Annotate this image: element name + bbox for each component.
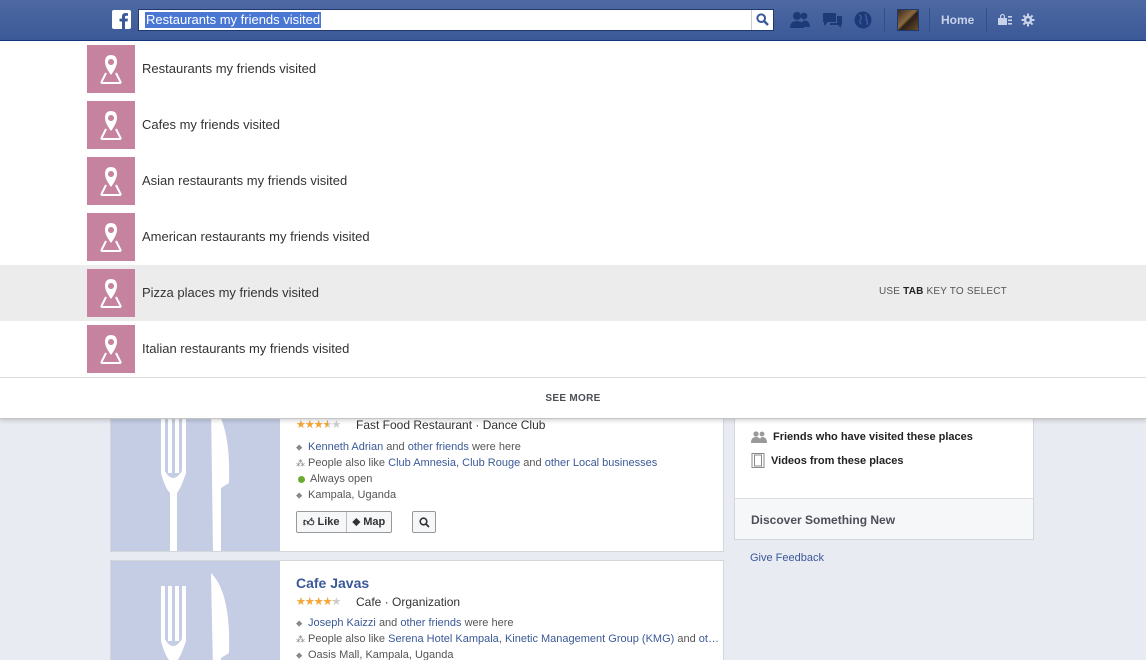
like-button[interactable]: 👍︎ Like xyxy=(297,512,346,532)
place-pin-icon xyxy=(87,213,135,261)
result-categories: Fast Food Restaurant · Dance Club xyxy=(356,418,546,432)
location-line: ⬥ Kampala, Uganda xyxy=(296,489,397,501)
place-pin-icon xyxy=(87,325,135,373)
also-like-link[interactable]: Club Amnesia xyxy=(388,457,456,469)
messages-icon[interactable] xyxy=(821,10,843,30)
friends-visited-line: ⬥ Joseph Kaizzi and other friends were h… xyxy=(296,617,514,629)
other-friends-link[interactable]: other friends xyxy=(408,441,469,453)
place-pin-icon xyxy=(87,157,135,205)
friends-visited-line: ⬥ Kenneth Adrian and other friends were … xyxy=(296,441,521,453)
map-pin-icon: ⬥ xyxy=(352,515,361,528)
network-icon: ⁂ xyxy=(296,457,305,468)
suggestion-item[interactable]: Restaurants my friends visited xyxy=(0,41,1146,97)
search-input[interactable]: Restaurants my friends visited xyxy=(145,12,322,28)
search-button[interactable] xyxy=(751,10,773,30)
friend-link[interactable]: Joseph Kaizzi xyxy=(308,617,376,629)
suggestion-label: Asian restaurants my friends visited xyxy=(142,173,348,188)
also-like-link[interactable]: other Local businesses xyxy=(545,457,658,469)
pin-icon: ⬥ xyxy=(296,649,303,660)
other-friends-link[interactable]: other friends xyxy=(400,617,461,629)
nav-divider xyxy=(884,8,885,32)
top-navigation-bar: Restaurants my friends visited Home xyxy=(0,0,1146,41)
tab-key-hint: USE TAB KEY TO SELECT xyxy=(879,286,1007,297)
settings-gear-icon[interactable] xyxy=(1018,10,1038,30)
profile-avatar[interactable] xyxy=(897,9,919,31)
also-like-link[interactable]: ot… xyxy=(699,633,719,645)
location-line: ⬥ Oasis Mall, Kampala, Uganda xyxy=(296,649,454,660)
search-place-button[interactable] xyxy=(412,511,437,533)
result-card-2: Cafe Javas ★★★★★ ★★★★★ Cafe · Organizati… xyxy=(110,560,724,660)
suggestion-item[interactable]: Italian restaurants my friends visited xyxy=(0,321,1146,377)
hours-line: Always open xyxy=(296,471,657,487)
suggestion-item-selected[interactable]: Pizza places my friends visited USE TAB … xyxy=(0,265,1146,321)
result-image-placeholder[interactable] xyxy=(111,561,280,660)
pin-icon: ⬥ xyxy=(296,441,303,452)
privacy-lock-icon[interactable] xyxy=(996,10,1014,30)
suggestion-label: Restaurants my friends visited xyxy=(142,61,317,76)
also-like-link[interactable]: Serena Hotel Kampala xyxy=(388,633,499,645)
action-buttons: 👍︎ Like ⬥ Map xyxy=(296,511,393,533)
notifications-globe-icon[interactable] xyxy=(852,10,874,30)
search-box[interactable]: Restaurants my friends visited xyxy=(138,9,774,31)
star-rating: ★★★★★ ★★★★★ xyxy=(296,596,341,608)
network-icon: ⁂ xyxy=(296,633,305,644)
suggestion-item[interactable]: Asian restaurants my friends visited xyxy=(0,153,1146,209)
suggestion-label: Cafes my friends visited xyxy=(142,117,280,132)
result-title-link[interactable]: Cafe Javas xyxy=(296,575,719,591)
suggestion-label: American restaurants my friends visited xyxy=(142,229,370,244)
star-rating: ★★★★★ ★★★★★ xyxy=(296,419,341,431)
nav-divider xyxy=(929,8,930,32)
suggestion-label: Pizza places my friends visited xyxy=(142,285,320,300)
related-search-friends-visited[interactable]: Friends who have visited these places xyxy=(751,431,973,443)
suggestion-label: Italian restaurants my friends visited xyxy=(142,341,350,356)
fork-knife-icon xyxy=(161,573,230,660)
friend-link[interactable]: Kenneth Adrian xyxy=(308,441,383,453)
suggestion-item[interactable]: Cafes my friends visited xyxy=(0,97,1146,153)
place-pin-icon xyxy=(87,101,135,149)
map-button[interactable]: ⬥ Map xyxy=(345,512,392,532)
result-rating-row: ★★★★★ ★★★★★ Cafe · Organization xyxy=(296,594,719,610)
place-pin-icon xyxy=(87,45,135,93)
people-also-like-line: ⁂ People also like Serena Hotel Kampala,… xyxy=(296,633,719,645)
friend-requests-icon[interactable] xyxy=(789,10,811,30)
thumbs-up-icon: 👍︎ xyxy=(303,516,315,529)
also-like-link[interactable]: Kinetic Management Group (KMG) xyxy=(505,633,674,645)
discover-something-new[interactable]: Discover Something New xyxy=(734,498,1034,540)
suggestion-item[interactable]: American restaurants my friends visited xyxy=(0,209,1146,265)
related-search-videos[interactable]: Videos from these places xyxy=(751,453,903,468)
magnifier-icon xyxy=(419,516,430,528)
result-categories: Cafe · Organization xyxy=(356,595,461,609)
search-suggestions-dropdown: Restaurants my friends visited Cafes my … xyxy=(0,41,1146,419)
give-feedback-link[interactable]: Give Feedback xyxy=(750,552,824,564)
film-icon xyxy=(751,453,765,468)
nav-divider xyxy=(986,8,987,32)
people-also-like-line: ⁂ People also like Club Amnesia, Club Ro… xyxy=(296,457,658,469)
search-icon xyxy=(756,13,769,26)
home-link[interactable]: Home xyxy=(941,13,974,27)
result-rating-row: ★★★★★ ★★★★★ Fast Food Restaurant · Dance… xyxy=(296,417,657,433)
pin-icon: ⬥ xyxy=(296,617,303,628)
see-more-label: SEE MORE xyxy=(545,393,601,404)
see-more-button[interactable]: SEE MORE xyxy=(0,377,1146,419)
place-pin-icon xyxy=(87,269,135,317)
facebook-logo-icon[interactable] xyxy=(112,10,131,29)
also-like-link[interactable]: Club Rouge xyxy=(462,457,520,469)
pin-icon: ⬥ xyxy=(296,489,303,500)
friends-icon xyxy=(751,431,767,443)
open-status-icon xyxy=(298,475,305,483)
